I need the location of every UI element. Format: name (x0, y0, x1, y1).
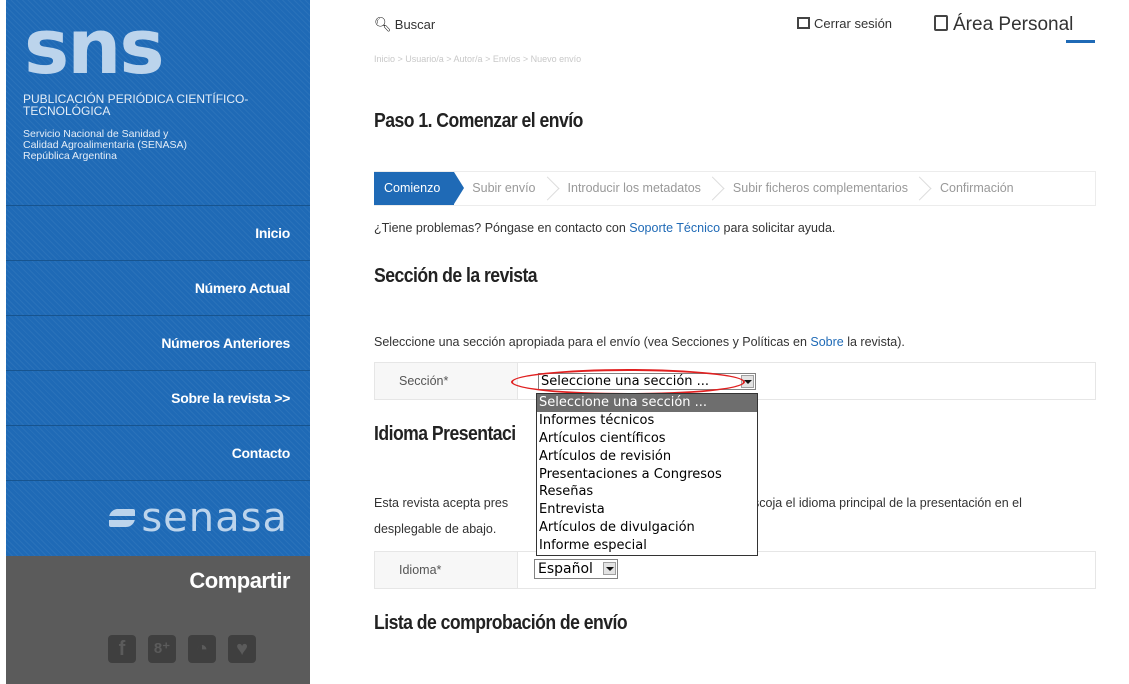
page-title: Paso 1. Comenzar el envío (374, 110, 583, 132)
logout-icon (797, 17, 810, 29)
section-select[interactable]: Seleccione una sección ... (538, 373, 756, 390)
twitter-icon[interactable]: ♥ (228, 635, 256, 663)
org-line-3: República Argentina (23, 150, 117, 162)
section-label: Sección* (375, 363, 518, 399)
language-select-value: Español (538, 561, 593, 577)
google-plus-icon[interactable]: 8⁺ (148, 635, 176, 663)
nav-item-numeros-anteriores[interactable]: Números Anteriores (6, 315, 310, 370)
share-panel: Compartir f 8⁺ ◔ ♥ (6, 556, 310, 684)
top-bar: 🔍︎ Buscar Cerrar sesión Área Personal (341, 0, 1129, 45)
dropdown-option[interactable]: Artículos de revisión (537, 448, 757, 466)
support-link[interactable]: Soporte Técnico (629, 221, 720, 235)
dropdown-option[interactable]: Presentaciones a Congresos (537, 466, 757, 484)
logout-label: Cerrar sesión (814, 16, 893, 31)
section-desc-before: Seleccione una sección apropiada para el… (374, 335, 811, 349)
section-description: Seleccione una sección apropiada para el… (374, 335, 905, 349)
language-select[interactable]: Español (534, 559, 618, 579)
dropdown-option[interactable]: Informes técnicos (537, 412, 757, 430)
section-select-value: Seleccione una sección ... (541, 374, 710, 389)
nav-item-sobre-la-revista[interactable]: Sobre la revista >> (6, 370, 310, 425)
main-nav: Inicio Número Actual Números Anteriores … (6, 205, 310, 480)
step-ficheros-complementarios[interactable]: Subir ficheros complementarios (715, 172, 922, 205)
search-icon: 🔍︎ (374, 16, 392, 32)
dropdown-option[interactable]: Informe especial (537, 537, 757, 555)
chevron-down-icon[interactable] (603, 562, 616, 575)
rss-icon[interactable]: ◔ (188, 635, 216, 663)
dropdown-option[interactable]: Artículos científicos (537, 430, 757, 448)
facebook-icon[interactable]: f (108, 635, 136, 663)
language-heading: Idioma Presentaci (374, 423, 516, 445)
section-heading: Sección de la revista (374, 265, 538, 287)
senasa-logo-text: senasa (141, 495, 288, 541)
help-text: ¿Tiene problemas? Póngase en contacto co… (374, 221, 835, 235)
step-confirmacion[interactable]: Confirmación (922, 172, 1028, 205)
language-description-part3: desplegable de abajo. (374, 522, 497, 536)
submission-steps: Comienzo Subir envío Introducir los meta… (374, 171, 1096, 206)
personal-area-link[interactable]: Área Personal (934, 14, 1073, 36)
brand-block: sns PUBLICACIÓN PERIÓDICA CIENTÍFICO-TEC… (6, 0, 310, 205)
organization: Servicio Nacional de Sanidad y Calidad A… (23, 129, 303, 162)
dropdown-option[interactable]: Artículos de divulgación (537, 519, 757, 537)
section-desc-after: la revista). (843, 335, 905, 349)
nav-item-contacto[interactable]: Contacto (6, 425, 310, 480)
section-dropdown-list[interactable]: Seleccione una sección ... Informes técn… (536, 393, 758, 556)
dropdown-option[interactable]: Entrevista (537, 501, 757, 519)
language-label: Idioma* (375, 552, 518, 588)
search-link[interactable]: 🔍︎ Buscar (374, 16, 435, 33)
dropdown-option[interactable]: Seleccione una sección ... (537, 394, 757, 412)
main-content: 🔍︎ Buscar Cerrar sesión Área Personal Ini… (341, 0, 1129, 684)
senasa-logo[interactable]: senasa (109, 495, 288, 541)
checklist-heading: Lista de comprobación de envío (374, 612, 628, 634)
share-icons: f 8⁺ ◔ ♥ (108, 635, 256, 663)
sidebar: sns PUBLICACIÓN PERIÓDICA CIENTÍFICO-TEC… (6, 0, 310, 684)
nav-item-numero-actual[interactable]: Número Actual (6, 260, 310, 315)
nav-item-inicio[interactable]: Inicio (6, 205, 310, 260)
share-title: Compartir (189, 568, 290, 593)
senasa-mark-icon (109, 509, 136, 527)
senasa-banner[interactable]: senasa (6, 480, 310, 556)
language-form-row: Idioma* (374, 551, 1096, 589)
id-card-icon (934, 15, 948, 31)
breadcrumb[interactable]: Inicio > Usuario/a > Autor/a > Envíos > … (374, 54, 581, 64)
step-metadatos[interactable]: Introducir los metadatos (550, 172, 715, 205)
help-text-before: ¿Tiene problemas? Póngase en contacto co… (374, 221, 630, 235)
dropdown-option[interactable]: Reseñas (537, 483, 757, 501)
sns-logo[interactable]: sns (24, 9, 165, 85)
search-label: Buscar (394, 17, 436, 32)
language-description-part2: scoja el idioma principal de la presenta… (753, 496, 1022, 510)
language-description-part1: Esta revista acepta pres (374, 496, 509, 510)
personal-area-label: Área Personal (953, 14, 1074, 35)
step-subir-envio[interactable]: Subir envío (454, 172, 549, 205)
about-link[interactable]: Sobre (810, 335, 843, 349)
logout-link[interactable]: Cerrar sesión (797, 16, 892, 31)
step-comienzo[interactable]: Comienzo (374, 172, 465, 205)
publication-type: PUBLICACIÓN PERIÓDICA CIENTÍFICO-TECNOLÓ… (23, 92, 249, 118)
personal-area-underline (1066, 40, 1095, 43)
help-text-after: para solicitar ayuda. (720, 221, 836, 235)
chevron-down-icon[interactable] (741, 375, 754, 388)
